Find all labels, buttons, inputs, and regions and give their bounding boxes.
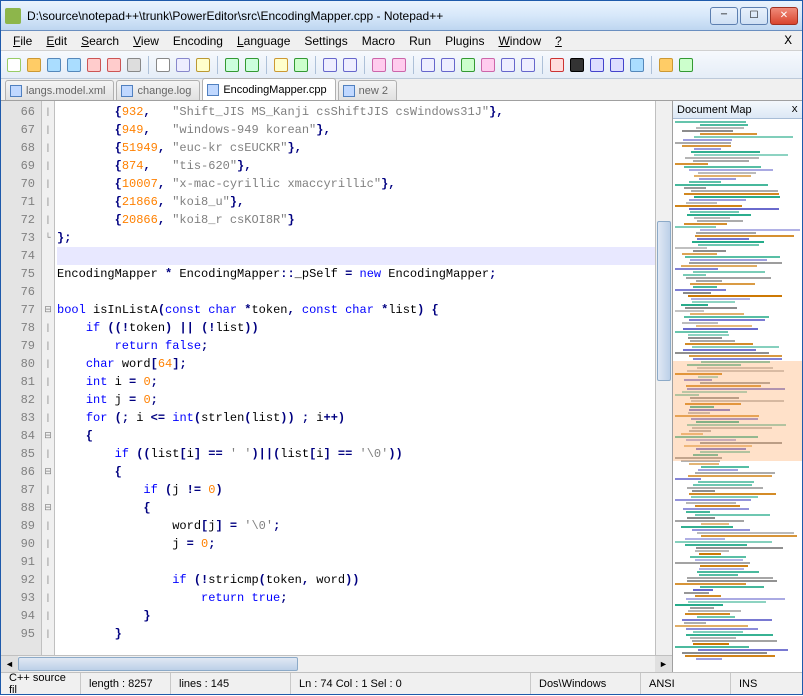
statusbar: C++ source fil length : 8257 lines : 145… <box>1 672 802 694</box>
tabbar: langs.model.xml change.log EncodingMapper.… <box>1 79 802 101</box>
menubar: File Edit Search View Encoding Language … <box>1 31 802 51</box>
sync-h-icon[interactable] <box>390 56 408 74</box>
new-file-icon[interactable] <box>5 56 23 74</box>
file-icon <box>343 85 355 97</box>
file-icon <box>121 85 133 97</box>
document-map-label: Document Map <box>677 104 752 116</box>
menu-window[interactable]: Window <box>491 32 548 50</box>
record-icon[interactable] <box>548 56 566 74</box>
status-eol: Dos\Windows <box>531 673 641 694</box>
sync-v-icon[interactable] <box>370 56 388 74</box>
menu-search[interactable]: Search <box>74 32 126 50</box>
horizontal-scrollbar[interactable]: ◄ ► <box>1 655 672 672</box>
app-icon <box>5 8 21 24</box>
file-icon <box>10 85 22 97</box>
wrap-icon[interactable] <box>419 56 437 74</box>
menu-edit[interactable]: Edit <box>39 32 74 50</box>
menu-settings[interactable]: Settings <box>297 32 354 50</box>
scrollbar-thumb[interactable] <box>18 657 298 671</box>
mdi-close-button[interactable]: X <box>784 33 792 48</box>
menu-language[interactable]: Language <box>230 32 297 50</box>
vertical-scrollbar[interactable] <box>655 101 672 655</box>
toolbar <box>1 51 802 79</box>
replace-icon[interactable] <box>292 56 310 74</box>
folder-icon[interactable] <box>657 56 675 74</box>
menu-plugins[interactable]: Plugins <box>438 32 491 50</box>
stop-icon[interactable] <box>568 56 586 74</box>
document-map-title: Document Map x <box>673 101 802 119</box>
tab-label: EncodingMapper.cpp <box>223 84 326 96</box>
tab-label: new 2 <box>359 85 388 97</box>
document-map-panel: Document Map x <box>672 101 802 672</box>
tab-langs-model-xml[interactable]: langs.model.xml <box>5 80 114 100</box>
tab-label: langs.model.xml <box>26 85 105 97</box>
copy-icon[interactable] <box>174 56 192 74</box>
document-map-canvas[interactable] <box>673 119 802 672</box>
redo-icon[interactable] <box>243 56 261 74</box>
play-icon[interactable] <box>588 56 606 74</box>
undo-icon[interactable] <box>223 56 241 74</box>
editor-area: 6667686970717273747576777879808182838485… <box>1 101 672 672</box>
spell-icon[interactable] <box>677 56 695 74</box>
paste-icon[interactable] <box>194 56 212 74</box>
indent-guide-icon[interactable] <box>459 56 477 74</box>
titlebar: D:\source\notepad++\trunk\PowerEditor\sr… <box>1 1 802 31</box>
minimize-button[interactable]: ─ <box>710 7 738 25</box>
file-icon <box>207 84 219 96</box>
print-icon[interactable] <box>125 56 143 74</box>
find-icon[interactable] <box>272 56 290 74</box>
tab-label: change.log <box>137 85 191 97</box>
func-list-icon[interactable] <box>519 56 537 74</box>
code-content[interactable]: {932, "Shift_JIS MS_Kanji csShiftJIS csW… <box>55 101 655 655</box>
menu-encoding[interactable]: Encoding <box>166 32 230 50</box>
scroll-left-arrow[interactable]: ◄ <box>1 656 18 672</box>
code-view[interactable]: 6667686970717273747576777879808182838485… <box>1 101 672 655</box>
doc-map-icon[interactable] <box>499 56 517 74</box>
document-map-close-button[interactable]: x <box>791 104 798 116</box>
status-encoding: ANSI <box>641 673 731 694</box>
scroll-right-arrow[interactable]: ► <box>655 656 672 672</box>
status-insert-mode: INS <box>731 673 802 694</box>
open-icon[interactable] <box>25 56 43 74</box>
close-button[interactable]: ✕ <box>770 7 798 25</box>
tab-change-log[interactable]: change.log <box>116 80 200 100</box>
status-language: C++ source fil <box>1 673 81 694</box>
close-icon[interactable] <box>85 56 103 74</box>
menu-run[interactable]: Run <box>402 32 438 50</box>
cut-icon[interactable] <box>154 56 172 74</box>
close-all-icon[interactable] <box>105 56 123 74</box>
menu-file[interactable]: File <box>6 32 39 50</box>
window-title: D:\source\notepad++\trunk\PowerEditor\sr… <box>27 9 710 23</box>
status-position: Ln : 74 Col : 1 Sel : 0 <box>291 673 531 694</box>
status-length: length : 8257 <box>81 673 171 694</box>
user-lang-icon[interactable] <box>479 56 497 74</box>
maximize-button[interactable]: ☐ <box>740 7 768 25</box>
menu-view[interactable]: View <box>126 32 166 50</box>
all-chars-icon[interactable] <box>439 56 457 74</box>
tab-new-2[interactable]: new 2 <box>338 80 397 100</box>
play-multi-icon[interactable] <box>608 56 626 74</box>
fold-margin[interactable]: |||||||└⊟||||||⊟|⊟|⊟||||||| <box>41 101 55 655</box>
scrollbar-thumb[interactable] <box>657 221 671 381</box>
zoom-in-icon[interactable] <box>321 56 339 74</box>
status-lines: lines : 145 <box>171 673 291 694</box>
save-all-icon[interactable] <box>65 56 83 74</box>
save-macro-icon[interactable] <box>628 56 646 74</box>
menu-macro[interactable]: Macro <box>355 32 402 50</box>
menu-help[interactable]: ? <box>548 32 569 50</box>
save-icon[interactable] <box>45 56 63 74</box>
line-number-gutter: 6667686970717273747576777879808182838485… <box>1 101 41 655</box>
zoom-out-icon[interactable] <box>341 56 359 74</box>
tab-encodingmapper-cpp[interactable]: EncodingMapper.cpp <box>202 78 335 100</box>
